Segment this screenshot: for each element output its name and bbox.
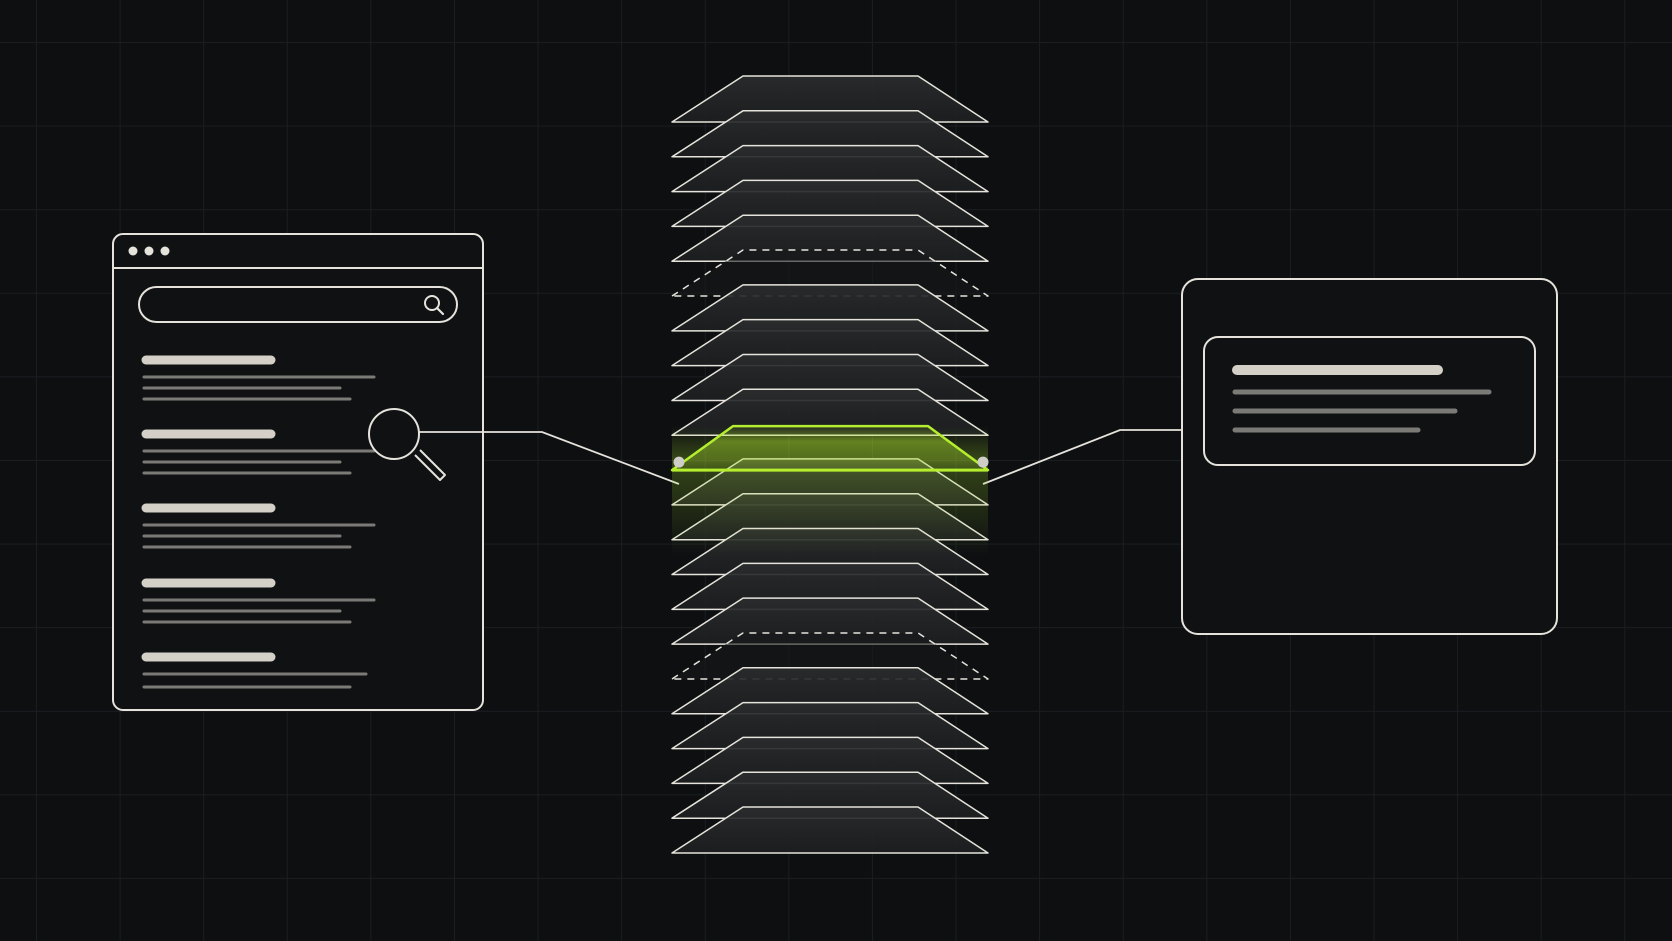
browser-window [112, 233, 484, 711]
diagram [112, 75, 1558, 854]
window-dots-icon [128, 246, 170, 256]
result-panel-frame [1181, 278, 1558, 635]
result-panel [1181, 278, 1558, 635]
connector-right [982, 429, 1183, 485]
connector-node-right [977, 456, 989, 468]
layer-stack [670, 75, 990, 854]
connector-node-left [673, 456, 685, 468]
window-control-dot[interactable] [160, 246, 170, 256]
diagram-canvas [0, 0, 1672, 941]
window-control-dot[interactable] [128, 246, 138, 256]
window-control-dot[interactable] [144, 246, 154, 256]
